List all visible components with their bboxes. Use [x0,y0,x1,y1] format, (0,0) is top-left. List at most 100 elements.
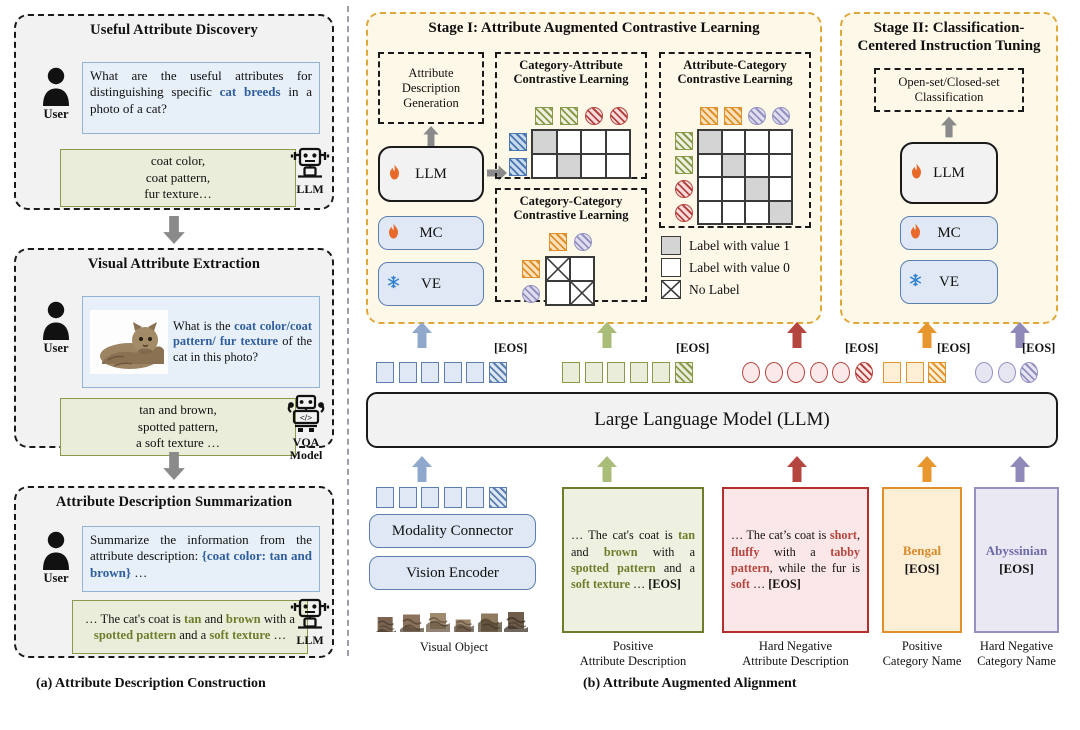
positive-attribute-tokens-chip [607,362,625,383]
legend-row-1: Label with value 1 [661,236,790,255]
card-title-1: Useful Attribute Discovery [90,22,258,38]
stage1-module-ve: VE [378,262,484,306]
hard-negative-category-name-text: Abyssinian [EOS] [985,543,1048,576]
model-answer-3: … The cat's coat is tan and brown with a… [72,600,308,654]
hard-negative-attribute-tokens-chip [854,362,873,383]
attribute-description-generation-box: Attribute Description Generation [378,52,484,124]
category-category-col-token [548,233,567,251]
attribute-card-3: Attribute Description Summarization User S… [14,486,334,658]
task-box-text: Open-set/Closed-set Classification [898,75,1000,104]
hard-negative-attribute-description-card: … The cat’s coat is short, fluffy with a… [722,487,869,633]
agent-inner: LLM [282,594,338,647]
hard-negative-category-name-caption: Hard Negative Category Name [977,639,1056,668]
positive-attribute-description-card: … The cat's coat is tan and brown with a… [562,487,704,633]
matrix-cell [546,281,570,305]
matrix-cell [605,154,630,178]
category-attribute-col-token [559,107,578,125]
hard-negative-category-name-card: Abyssinian [EOS] [974,487,1059,633]
attribute-card-1: Useful Attribute Discovery User What are t… [14,14,334,210]
figure-root: Useful Attribute Discovery User What are t… [0,0,1080,730]
attribute-category-col-token [748,107,766,125]
category-attribute-col-token [534,107,553,125]
visual-token-chip [421,487,439,508]
matrix-cell [556,130,581,154]
visual-tokens-chip [488,362,507,383]
visual-tokens-chip [466,362,484,383]
attribute-card-2: Visual Attribute Extraction User What is … [14,248,334,461]
person-icon [32,530,80,570]
matrix-cell [721,153,745,177]
category-category-row-token [522,284,540,303]
positive-attribute-description-caption: Positive Attribute Description [579,639,687,668]
hard-negative-attribute-tokens-chip [809,362,828,383]
modality-connector-block: Modality Connector [369,514,536,548]
positive-attribute-tokens-chip [562,362,580,383]
matrix-cell [605,130,630,154]
flow-arrow-1 [162,216,188,244]
matrix-cell [768,153,792,177]
caption-a: (a) Attribute Description Construction [36,676,266,691]
hard-negative-attribute-tokens-chip [832,362,850,383]
stage1-module-llm: LLM [378,146,484,202]
attribute-category-col-token [724,107,742,125]
positive-category-name-caption: Positive Category Name [882,639,962,668]
vision-encoder-block: Vision Encoder [369,556,536,590]
attribute-category-row-token [675,180,693,198]
vision-encoder-label: Vision Encoder [406,564,499,581]
positive-attribute-tokens-chip [674,362,693,383]
cat-photo [90,310,168,374]
legend-label-3: No Label [689,281,740,297]
legend-label-1: Label with value 1 [689,237,790,253]
stage-1-title: Stage I: Attribute Augmented Contrastive… [428,20,760,36]
answer-text: coat color, coat pattern, fur texture… [144,152,212,202]
attribute-category-col-token [700,107,718,125]
eos-label: [EOS] [845,341,879,355]
visual-tokens-chip [443,362,462,383]
stage2-mc-label: MC [937,224,961,241]
large-language-model-bar: Large Language Model (LLM) [366,392,1058,448]
stage1-module-mc: MC [378,216,484,250]
stage2-module-llm: LLM [900,142,998,204]
panel-divider [347,6,349,656]
agent-label: VQA Model [289,435,323,462]
category-category-col-token [573,233,592,251]
user-label: User [43,107,69,121]
open-closed-set-classification-box: Open-set/Closed-set Classification [874,68,1024,112]
visual-object-strip [374,600,534,632]
legend-label-2: Label with value 0 [689,259,790,275]
legend-swatch-gray [661,236,681,255]
hard-negative-attribute-tokens-chip [764,362,783,383]
positive-attribute-arrow-up-bottom [597,456,617,482]
attribute-category-matrix [697,129,793,225]
stage-2-title: Stage II: Classification- Centered Instru… [857,20,1041,54]
adg-text: Attribute Description Generation [401,65,461,110]
positive-category-arrow-up-bottom [917,456,937,482]
hard-negative-attribute-tokens-chip [742,362,760,383]
user-label: User [43,571,69,585]
matrix-cell [532,130,557,154]
user-block: User [32,530,80,586]
caption-b: (b) Attribute Augmented Alignment [583,676,797,691]
visual-tokens-chip [421,362,439,383]
matrix-cell [581,154,606,178]
robot-icon [282,594,338,634]
attribute-category-title: Attribute-Category Contrastive Learning [677,58,793,87]
eos-label: [EOS] [1022,341,1056,355]
attribute-category-row-token [675,156,693,174]
cat-thumbnail [426,602,450,632]
visual-token-chip [376,487,394,508]
visual-token-chip [398,487,417,508]
visual-object-caption: Visual Object [419,640,489,654]
matrix-cell [745,153,769,177]
category-category-matrix [545,256,595,306]
user-block: User [32,300,80,356]
stage1-mc-label: MC [419,224,443,241]
positive-attribute-arrow-up-top [597,322,617,348]
agent-inner: </> VQA Model [278,392,334,462]
cat-thumbnail [504,602,528,632]
category-attribute-row-token [509,157,527,176]
matrix-cell [768,200,792,224]
category-attribute-title: Category-Attribute Contrastive Learning [513,58,629,87]
hard-negative-category-arrow-up-bottom [1010,456,1030,482]
stage1-ve-label: VE [421,275,441,292]
